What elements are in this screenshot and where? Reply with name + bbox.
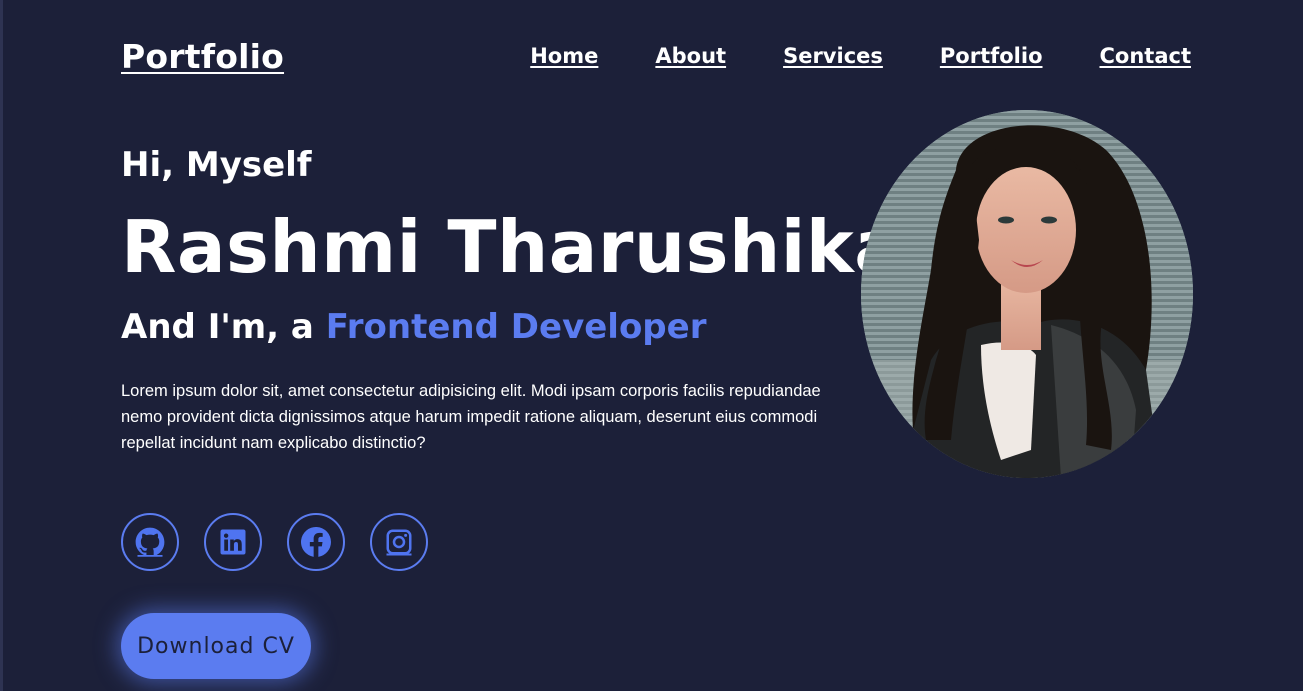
hero-greeting: Hi, Myself	[121, 145, 312, 185]
github-link[interactable]	[121, 513, 179, 571]
hero-role: And I'm, a Frontend Developer	[121, 307, 706, 347]
linkedin-link[interactable]	[204, 513, 262, 571]
nav-link-contact[interactable]: Contact	[1100, 44, 1192, 68]
nav-link-home[interactable]: Home	[530, 44, 598, 68]
download-cv-button[interactable]: Download CV	[121, 613, 311, 679]
page: Portfolio Home About Services Portfolio …	[0, 0, 1303, 691]
instagram-icon	[386, 529, 412, 556]
profile-photo	[861, 110, 1193, 478]
role-title: Frontend Developer	[325, 307, 707, 347]
nav-link-portfolio[interactable]: Portfolio	[940, 44, 1043, 68]
hero-name: Rashmi Tharushika	[121, 205, 904, 289]
logo-link[interactable]: Portfolio	[121, 37, 284, 76]
main-nav: Home About Services Portfolio Contact	[530, 44, 1191, 68]
social-links	[121, 513, 453, 571]
nav-link-services[interactable]: Services	[783, 44, 883, 68]
instagram-link[interactable]	[370, 513, 428, 571]
facebook-link[interactable]	[287, 513, 345, 571]
linkedin-icon	[220, 529, 246, 555]
nav-link-about[interactable]: About	[655, 44, 726, 68]
role-prefix: And I'm, a	[121, 307, 326, 347]
facebook-icon	[301, 527, 331, 557]
hero-description: Lorem ipsum dolor sit, amet consectetur …	[121, 382, 821, 452]
github-icon	[135, 527, 165, 557]
profile-photo-illustration	[861, 110, 1193, 478]
